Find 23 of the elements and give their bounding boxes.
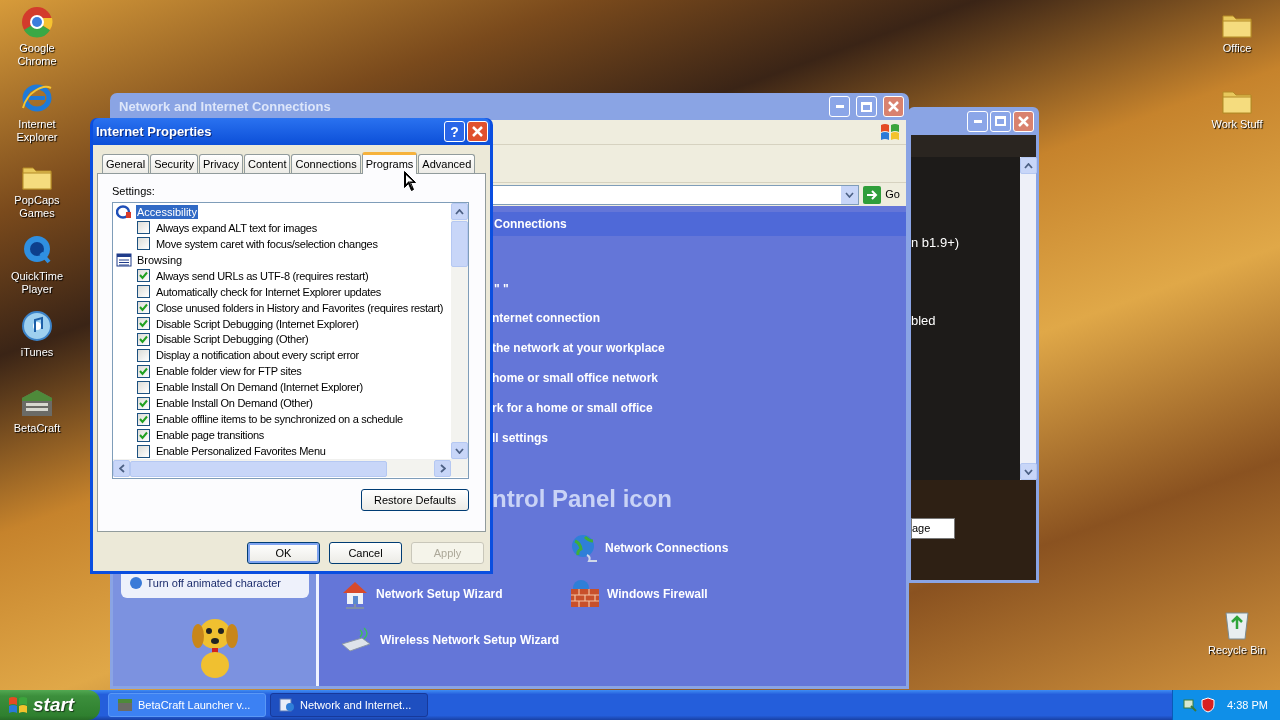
setting-label: Always send URLs as UTF-8 (requires restart) [156, 268, 369, 283]
setting-label: Enable Install On Demand (Internet Explorer) [156, 380, 363, 395]
setting-label: Automatically check for Internet Explorer updates [156, 284, 381, 299]
settings-label: Settings: [112, 185, 155, 198]
clock: 4:38 PM [1227, 697, 1268, 713]
setting-label: Enable Install On Demand (Other) [156, 396, 313, 411]
window-title: Network and Internet Connections [119, 97, 332, 116]
setting-label: Always expand ALT text for images [156, 220, 317, 235]
dialog-title: Internet Properties [96, 122, 213, 141]
setting-label: Enable folder view for FTP sites [156, 364, 302, 379]
setting-label: Enable page transitions [156, 428, 265, 443]
setting-label: Disable Script Debugging (Internet Explorer) [156, 316, 359, 331]
setting-label: Disable Script Debugging (Other) [156, 332, 309, 347]
log-line: n b1.9+) [911, 234, 961, 252]
setting-label: Enable offline items to be synchronized on a schedule [156, 412, 403, 427]
setting-label: Display a notification about every script error [156, 348, 359, 363]
setting-label: Move system caret with focus/selection changes [156, 236, 378, 251]
setting-label: Close unused folders in History and Favorites (requires restart) [156, 300, 444, 315]
section-heading: ntrol Panel icon [492, 485, 673, 513]
log-line: bled [911, 311, 937, 330]
text-fragment: " " [494, 282, 509, 296]
section-title: Connections [494, 216, 567, 233]
setting-label: Enable Personalized Favorites Menu [156, 444, 326, 459]
